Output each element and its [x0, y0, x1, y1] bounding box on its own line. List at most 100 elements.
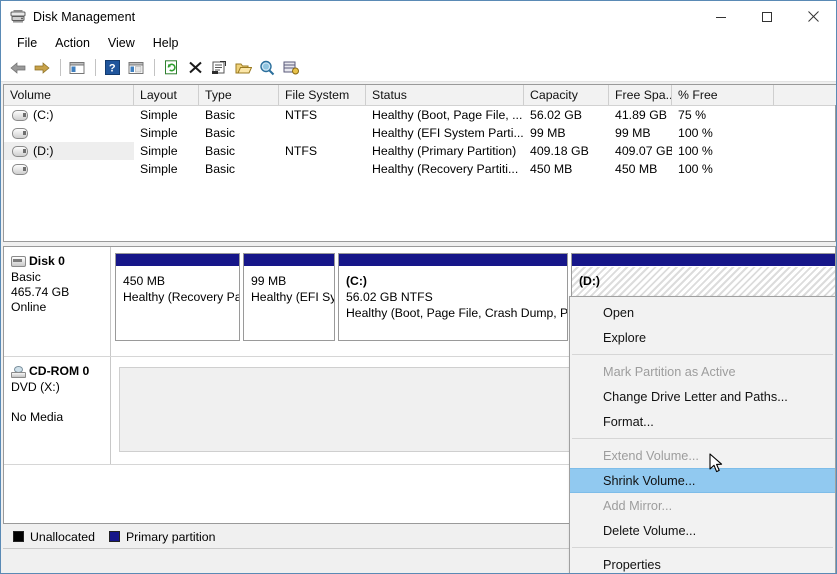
- ctx-open[interactable]: Open: [570, 300, 835, 325]
- cell-free-space: 99 MB: [615, 126, 651, 140]
- ctx-explore[interactable]: Explore: [570, 325, 835, 350]
- disk-name-row: Disk 0: [11, 254, 110, 269]
- toolbar-separator: [60, 59, 61, 76]
- column-header-volume[interactable]: Volume: [4, 85, 134, 105]
- minimize-button[interactable]: [698, 1, 744, 32]
- svg-text:?: ?: [108, 63, 115, 75]
- cell-type: Basic: [205, 162, 236, 176]
- legend-swatch: [13, 531, 24, 542]
- disk-management-window: Disk Management File Action View Help ? …: [0, 0, 837, 574]
- partition-size-fs: 450 MB: [123, 274, 166, 288]
- close-button[interactable]: [790, 1, 836, 32]
- partition-label: (C:): [346, 274, 367, 288]
- cell-status: Healthy (Primary Partition): [372, 144, 517, 158]
- disk-info-disk-0[interactable]: Disk 0 Basic 465.74 GB Online: [4, 247, 111, 356]
- cell-text: (D:): [33, 144, 54, 158]
- toolbar-separator: [95, 59, 96, 76]
- ctx-properties[interactable]: Properties: [570, 552, 835, 573]
- menu-separator: [572, 354, 833, 355]
- cell-percent-free: 75 %: [678, 108, 707, 122]
- show-hide-action-pane-icon[interactable]: [125, 57, 147, 79]
- partition-status: Healthy (Boot, Page File, Crash Dump, P: [346, 306, 568, 320]
- ctx-delete-volume[interactable]: Delete Volume...: [570, 518, 835, 543]
- menu-view[interactable]: View: [99, 34, 144, 52]
- disk-type: Basic: [11, 270, 41, 284]
- volume-list-panel: Volume Layout Type File System Status Capacit…: [3, 84, 836, 242]
- table-row[interactable]: Simple Basic Healthy (Recovery Partiti... 4…: [4, 160, 835, 178]
- disk-status: Online: [11, 300, 47, 314]
- partition-text: 450 MB Healthy (Recovery Pa: [116, 267, 239, 305]
- cell-status: Healthy (Recovery Partiti...: [372, 162, 519, 176]
- partition-size-fs: 56.02 GB NTFS: [346, 290, 433, 304]
- volume-drive-icon: [12, 145, 28, 157]
- column-header-type[interactable]: Type: [199, 85, 279, 105]
- disk-name: CD-ROM 0: [29, 364, 90, 378]
- column-header-free[interactable]: % Free: [672, 85, 774, 105]
- volume-drive-icon: [12, 109, 28, 121]
- show-hide-console-tree-icon[interactable]: [66, 57, 88, 79]
- menu-file[interactable]: File: [8, 34, 46, 52]
- toolbar: ?: [1, 54, 836, 82]
- cell-capacity: 56.02 GB: [530, 108, 582, 122]
- cell-status: Healthy (Boot, Page File, ...: [372, 108, 523, 122]
- partition-block[interactable]: 450 MB Healthy (Recovery Pa: [115, 253, 240, 341]
- cell-file-system: NTFS: [285, 144, 318, 158]
- ctx-format[interactable]: Format...: [570, 409, 835, 434]
- volume-list-header: Volume Layout Type File System Status Capacit…: [4, 85, 836, 106]
- partition-status: Healthy (EFI Sy:: [251, 290, 335, 304]
- table-row[interactable]: Simple Basic Healthy (EFI System Parti... 9…: [4, 124, 835, 142]
- ctx-change-drive-letter[interactable]: Change Drive Letter and Paths...: [570, 384, 835, 409]
- rescan-disks-icon[interactable]: [256, 57, 278, 79]
- column-header-free-spa[interactable]: Free Spa...: [609, 85, 672, 105]
- column-header-blank[interactable]: [774, 85, 836, 105]
- cell-capacity: 409.18 GB: [530, 144, 589, 158]
- disk-name-row: CD-ROM 0: [11, 364, 110, 379]
- forward-icon[interactable]: [31, 57, 53, 79]
- open-folder-icon[interactable]: [232, 57, 254, 79]
- disk-info-cd-rom-0[interactable]: CD-ROM 0 DVD (X:) No Media: [4, 357, 111, 464]
- cell-free-space: 41.89 GB: [615, 108, 667, 122]
- disk-icon: [11, 256, 26, 267]
- cell-status: Healthy (EFI System Parti...: [372, 126, 524, 140]
- cdrom-icon: [11, 365, 26, 378]
- help-icon[interactable]: ?: [101, 57, 123, 79]
- toolbar-separator: [154, 59, 155, 76]
- partition-size-fs: 99 MB: [251, 274, 287, 288]
- column-header-capacity[interactable]: Capacity: [524, 85, 609, 105]
- cell-free-space: 409.07 GB: [615, 144, 672, 158]
- table-row[interactable]: (D:) Simple Basic NTFS Healthy (Primary Part…: [4, 142, 835, 160]
- partition-block[interactable]: 99 MB Healthy (EFI Sy:: [243, 253, 335, 341]
- menu-action[interactable]: Action: [46, 34, 99, 52]
- column-header-status[interactable]: Status: [366, 85, 524, 105]
- menu-help[interactable]: Help: [144, 34, 188, 52]
- partition-color-bar: [116, 254, 239, 267]
- legend-unallocated: Unallocated: [13, 530, 95, 544]
- create-vhd-icon[interactable]: [280, 57, 302, 79]
- cell-layout: Simple: [140, 126, 178, 140]
- partition-color-bar: [572, 254, 835, 267]
- partition-block[interactable]: (C:) 56.02 GB NTFS Healthy (Boot, Page Fil…: [338, 253, 568, 341]
- refresh-icon[interactable]: [160, 57, 182, 79]
- cell-volume: [4, 160, 134, 178]
- partition-color-bar: [339, 254, 567, 267]
- cell-file-system: [279, 124, 366, 142]
- delete-icon[interactable]: [184, 57, 206, 79]
- cell-volume: (C:): [4, 106, 134, 124]
- cell-percent-free: 100 %: [678, 144, 713, 158]
- legend-primary-partition: Primary partition: [108, 530, 215, 544]
- properties-icon[interactable]: [208, 57, 230, 79]
- legend-swatch: [108, 531, 120, 542]
- column-header-file-system[interactable]: File System: [279, 85, 366, 105]
- cell-type: Basic: [205, 108, 236, 122]
- maximize-button[interactable]: [744, 1, 790, 32]
- ctx-shrink-volume[interactable]: Shrink Volume...: [570, 468, 835, 493]
- back-icon[interactable]: [7, 57, 29, 79]
- partition-label: (D:): [579, 274, 600, 288]
- table-row[interactable]: (C:) Simple Basic NTFS Healthy (Boot, Page F…: [4, 106, 835, 124]
- cell-type: Basic: [205, 126, 236, 140]
- column-header-layout[interactable]: Layout: [134, 85, 199, 105]
- cell-percent-free: 100 %: [678, 162, 713, 176]
- disk-status: No Media: [11, 410, 64, 424]
- volume-drive-icon: [12, 163, 28, 175]
- disk-spacer: [11, 395, 110, 410]
